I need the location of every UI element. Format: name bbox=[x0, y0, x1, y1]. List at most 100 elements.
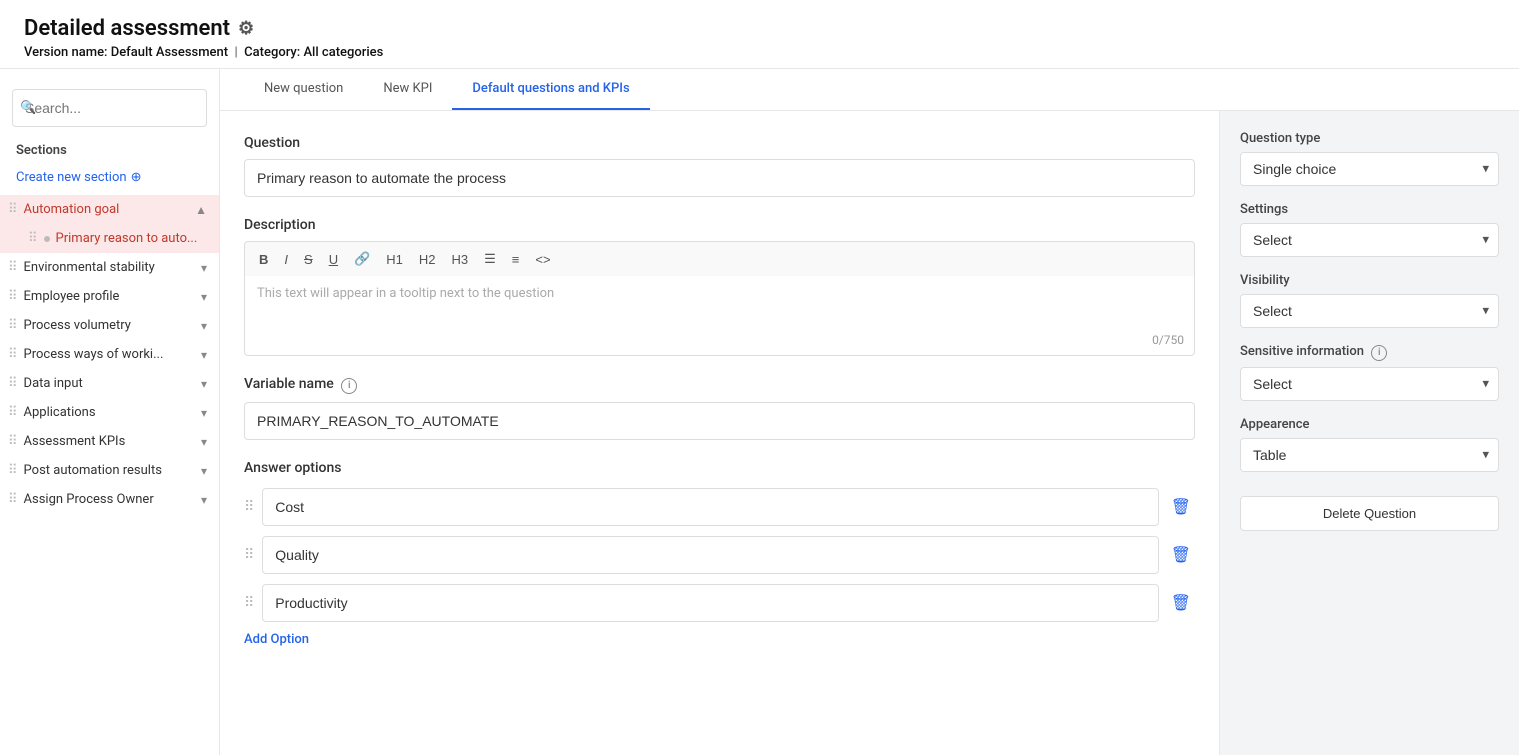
chevron-down-icon: ▾ bbox=[201, 435, 207, 449]
strikethrough-button[interactable]: S bbox=[298, 248, 319, 270]
bullet-list-button[interactable]: ☰ bbox=[478, 248, 502, 270]
sidebar-item-assessment-kpis[interactable]: ⠿ Assessment KPIs ▾ bbox=[0, 427, 219, 456]
sidebar-item-process-ways[interactable]: ⠿ Process ways of worki... ▾ bbox=[0, 340, 219, 369]
header: Detailed assessment ⚙ Version name: Defa… bbox=[0, 0, 1519, 69]
variable-name-label: Variable name i bbox=[244, 376, 1195, 394]
chevron-down-icon: ▾ bbox=[201, 406, 207, 420]
appearance-group: Appearence Table List Dropdown ▾ bbox=[1240, 417, 1499, 472]
answer-input-cost[interactable] bbox=[262, 488, 1158, 526]
add-option-button[interactable]: Add Option bbox=[244, 632, 1195, 647]
drag-handle-icon: ⠿ bbox=[28, 231, 38, 246]
create-new-section-button[interactable]: Create new section ⊕ bbox=[0, 166, 219, 195]
drag-handle-icon: ⠿ bbox=[8, 260, 18, 275]
description-group: Description B I S U 🔗 H1 H2 H3 ☰ ≡ <> bbox=[244, 217, 1195, 356]
question-group: Question bbox=[244, 135, 1195, 197]
settings-group: Settings Select ▾ bbox=[1240, 202, 1499, 257]
sensitive-info-select[interactable]: Select bbox=[1240, 367, 1499, 401]
main-layout: 🔍 Sections Create new section ⊕ ⠿ Automa… bbox=[0, 69, 1519, 755]
drag-handle-icon: ⠿ bbox=[8, 434, 18, 449]
sidebar-item-primary-reason[interactable]: ⠿ Primary reason to auto... bbox=[0, 224, 219, 253]
sidebar-item-employee-profile[interactable]: ⠿ Employee profile ▾ bbox=[0, 282, 219, 311]
h1-button[interactable]: H1 bbox=[380, 248, 409, 270]
variable-name-group: Variable name i bbox=[244, 376, 1195, 440]
answer-option-row: ⠿ 🗑 bbox=[244, 584, 1195, 622]
delete-answer-button[interactable]: 🗑 bbox=[1167, 541, 1195, 568]
appearance-label: Appearence bbox=[1240, 417, 1499, 432]
drag-handle-icon: ⠿ bbox=[8, 492, 18, 507]
info-icon: i bbox=[1371, 345, 1387, 361]
question-label: Question bbox=[244, 135, 1195, 151]
sidebar-item-applications[interactable]: ⠿ Applications ▾ bbox=[0, 398, 219, 427]
numbered-list-button[interactable]: ≡ bbox=[506, 248, 526, 270]
answer-input-productivity[interactable] bbox=[262, 584, 1158, 622]
drag-handle-icon: ⠿ bbox=[8, 318, 18, 333]
content-area: New question New KPI Default questions a… bbox=[220, 69, 1519, 755]
drag-handle-icon: ⠿ bbox=[244, 547, 254, 563]
gear-icon[interactable]: ⚙ bbox=[238, 18, 254, 39]
description-input[interactable]: This text will appear in a tooltip next … bbox=[244, 276, 1195, 356]
question-input[interactable] bbox=[244, 159, 1195, 197]
delete-answer-button[interactable]: 🗑 bbox=[1167, 589, 1195, 616]
answer-options-section: Answer options ⠿ 🗑 ⠿ 🗑 ⠿ 🗑 bbox=[244, 460, 1195, 647]
page-title: Detailed assessment ⚙ bbox=[24, 16, 1495, 41]
answer-option-row: ⠿ 🗑 bbox=[244, 536, 1195, 574]
answer-option-row: ⠿ 🗑 bbox=[244, 488, 1195, 526]
rte-toolbar: B I S U 🔗 H1 H2 H3 ☰ ≡ <> bbox=[244, 241, 1195, 276]
link-button[interactable]: 🔗 bbox=[348, 248, 376, 270]
sidebar-search-wrapper: 🔍 bbox=[0, 81, 219, 139]
visibility-label: Visibility bbox=[1240, 273, 1499, 288]
italic-button[interactable]: I bbox=[278, 248, 294, 270]
delete-question-button[interactable]: Delete Question bbox=[1240, 496, 1499, 531]
drag-handle-icon: ⠿ bbox=[8, 347, 18, 362]
right-panel: Question type Single choice Multiple cho… bbox=[1219, 111, 1519, 755]
appearance-select[interactable]: Table List Dropdown bbox=[1240, 438, 1499, 472]
sidebar-item-data-input[interactable]: ⠿ Data input ▾ bbox=[0, 369, 219, 398]
code-button[interactable]: <> bbox=[529, 248, 556, 270]
bold-button[interactable]: B bbox=[253, 248, 274, 270]
question-type-group: Question type Single choice Multiple cho… bbox=[1240, 131, 1499, 186]
tab-new-kpi[interactable]: New KPI bbox=[363, 69, 452, 110]
settings-label: Settings bbox=[1240, 202, 1499, 217]
tab-new-question[interactable]: New question bbox=[244, 69, 363, 110]
header-meta: Version name: Default Assessment | Categ… bbox=[24, 45, 1495, 60]
sidebar-item-automation-goal[interactable]: ⠿ Automation goal ▲ bbox=[0, 195, 219, 224]
chevron-down-icon: ▾ bbox=[201, 261, 207, 275]
h3-button[interactable]: H3 bbox=[446, 248, 475, 270]
answer-options-label: Answer options bbox=[244, 460, 1195, 476]
answer-input-quality[interactable] bbox=[262, 536, 1158, 574]
chevron-down-icon: ▾ bbox=[201, 377, 207, 391]
search-icon: 🔍 bbox=[20, 101, 36, 116]
settings-select[interactable]: Select bbox=[1240, 223, 1499, 257]
sections-label: Sections bbox=[0, 139, 219, 166]
h2-button[interactable]: H2 bbox=[413, 248, 442, 270]
question-type-select[interactable]: Single choice Multiple choice Text Numbe… bbox=[1240, 152, 1499, 186]
drag-handle-icon: ⠿ bbox=[8, 376, 18, 391]
drag-handle-icon: ⠿ bbox=[244, 595, 254, 611]
variable-name-input[interactable] bbox=[244, 402, 1195, 440]
sidebar-item-process-volumetry[interactable]: ⠿ Process volumetry ▾ bbox=[0, 311, 219, 340]
search-input[interactable] bbox=[12, 89, 207, 127]
sidebar-item-environmental-stability[interactable]: ⠿ Environmental stability ▾ bbox=[0, 253, 219, 282]
sensitive-info-group: Sensitive information i Select ▾ bbox=[1240, 344, 1499, 401]
chevron-down-icon: ▾ bbox=[201, 290, 207, 304]
chevron-down-icon: ▾ bbox=[201, 493, 207, 507]
sidebar-item-assign-process-owner[interactable]: ⠿ Assign Process Owner ▾ bbox=[0, 485, 219, 514]
tab-default-questions[interactable]: Default questions and KPIs bbox=[452, 69, 649, 110]
drag-handle-icon: ⠿ bbox=[8, 463, 18, 478]
form-area: Question Description B I S U 🔗 H1 H2 H3 bbox=[220, 111, 1219, 755]
chevron-down-icon: ▾ bbox=[201, 319, 207, 333]
sensitive-info-label: Sensitive information i bbox=[1240, 344, 1499, 361]
drag-handle-icon: ⠿ bbox=[8, 202, 18, 217]
question-type-select-wrapper: Single choice Multiple choice Text Numbe… bbox=[1240, 152, 1499, 186]
underline-button[interactable]: U bbox=[323, 248, 344, 270]
visibility-select-wrapper: Select ▾ bbox=[1240, 294, 1499, 328]
description-label: Description bbox=[244, 217, 1195, 233]
sensitive-info-select-wrapper: Select ▾ bbox=[1240, 367, 1499, 401]
tabs-bar: New question New KPI Default questions a… bbox=[220, 69, 1519, 111]
sidebar-item-post-automation[interactable]: ⠿ Post automation results ▾ bbox=[0, 456, 219, 485]
drag-handle-icon: ⠿ bbox=[8, 289, 18, 304]
delete-answer-button[interactable]: 🗑 bbox=[1167, 493, 1195, 520]
drag-handle-icon: ⠿ bbox=[8, 405, 18, 420]
form-and-panel: Question Description B I S U 🔗 H1 H2 H3 bbox=[220, 111, 1519, 755]
visibility-select[interactable]: Select bbox=[1240, 294, 1499, 328]
